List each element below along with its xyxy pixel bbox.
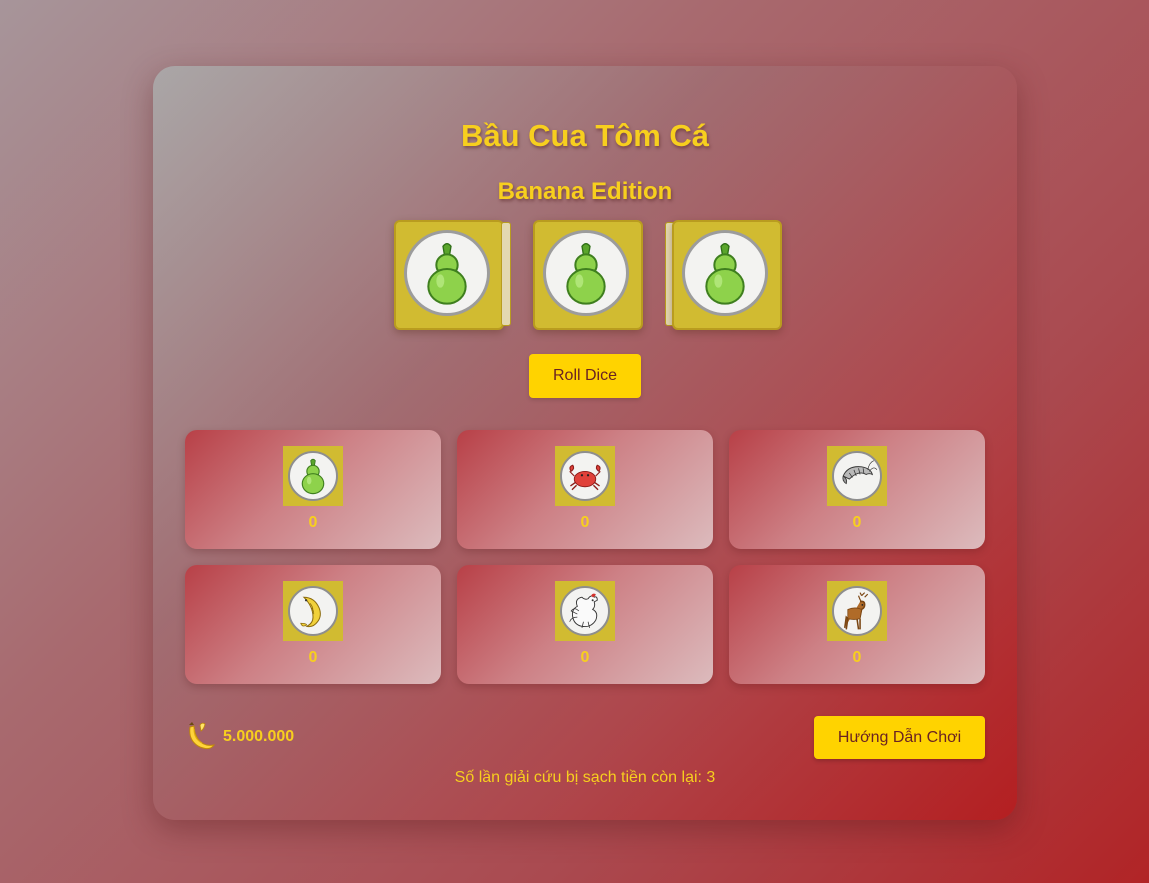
die-1-edge: [501, 222, 511, 326]
roll-dice-button[interactable]: Roll Dice: [529, 354, 641, 398]
bet-card-shrimp[interactable]: 0: [729, 430, 985, 549]
bet-tile: [555, 446, 615, 506]
bet-amount: 0: [308, 649, 318, 666]
gourd-icon: [543, 230, 629, 316]
bet-card-deer[interactable]: 0: [729, 565, 985, 684]
gourd-icon: [288, 451, 338, 501]
bet-tile: [827, 581, 887, 641]
shrimp-icon: [832, 451, 882, 501]
rooster-icon: [560, 586, 610, 636]
how-to-play-button[interactable]: Hướng Dẫn Chơi: [814, 716, 985, 759]
balance-value: 5.000.000: [223, 728, 295, 745]
bet-amount: 0: [308, 514, 318, 531]
bet-amount: 0: [580, 649, 590, 666]
game-subtitle: Banana Edition: [497, 178, 673, 205]
crab-icon: [560, 451, 610, 501]
bet-tile: [555, 581, 615, 641]
game-panel: Bầu Cua Tôm Cá Banana Edition Roll Dice …: [153, 66, 1017, 820]
bet-card-gourd[interactable]: 0: [185, 430, 441, 549]
rescue-count-text: Số lần giải cứu bị sạch tiền còn lại: 3: [454, 769, 716, 786]
bet-card-rooster[interactable]: 0: [457, 565, 713, 684]
balance-display: 5.000.000: [185, 721, 294, 753]
bet-amount: 0: [852, 514, 862, 531]
bet-tile: [283, 446, 343, 506]
game-title: Bầu Cua Tôm Cá: [460, 118, 710, 153]
bet-amount: 0: [852, 649, 862, 666]
gourd-icon: [404, 230, 490, 316]
banana-icon: [185, 719, 217, 756]
gourd-icon: [682, 230, 768, 316]
die-3: [672, 220, 782, 330]
bet-amount: 0: [580, 514, 590, 531]
bet-card-fish[interactable]: 0: [185, 565, 441, 684]
bet-tile: [283, 581, 343, 641]
bet-tile: [827, 446, 887, 506]
die-2: [533, 220, 643, 330]
deer-icon: [832, 586, 882, 636]
bet-card-crab[interactable]: 0: [457, 430, 713, 549]
fish-icon: [288, 586, 338, 636]
die-1: [394, 220, 504, 330]
